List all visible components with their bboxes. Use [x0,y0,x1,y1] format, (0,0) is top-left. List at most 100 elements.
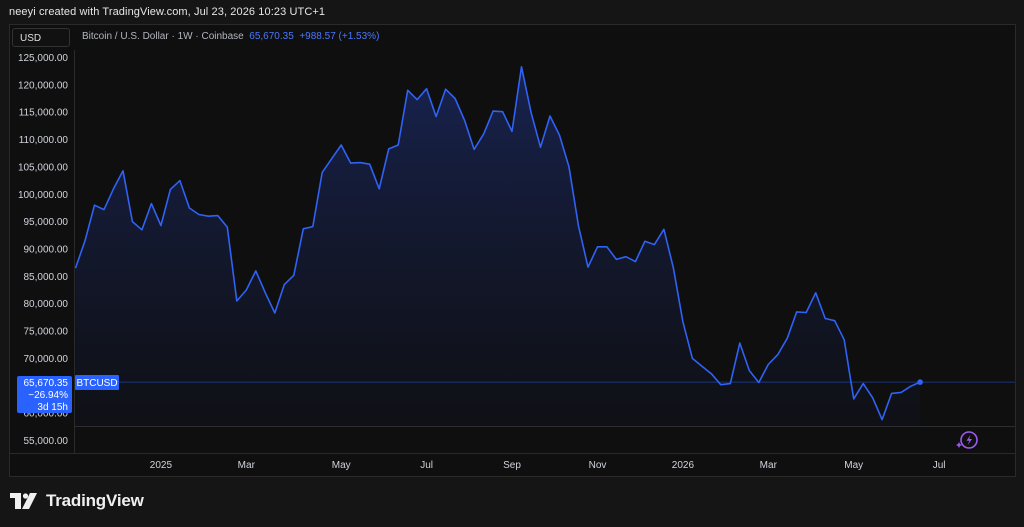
price-point [378,188,380,190]
price-point [84,240,86,242]
price-point [122,170,124,172]
price-point [758,382,760,384]
price-point [900,392,902,394]
price-point [511,131,513,133]
price-point [160,225,162,227]
y-tick-label: 110,000.00 [19,135,69,146]
price-point [246,289,248,291]
price-point [293,275,295,277]
price-point [530,111,532,113]
price-point [75,267,77,269]
x-tick-label: Jul [933,460,946,471]
y-tick-label: 95,000.00 [24,217,69,228]
last-price-tag-price: 65,670.35 [24,378,69,389]
price-point [862,383,864,385]
symbol-tag: BTCUSD [75,375,119,390]
tradingview-logo-icon [10,493,37,509]
price-point [132,221,134,223]
price-point [654,244,656,246]
price-point [473,149,475,151]
price-point [635,261,637,263]
price-point [625,256,627,258]
price-point [426,88,428,90]
price-point [397,144,399,146]
price-point [464,120,466,122]
price-point [559,134,561,136]
symbol-tag-label: BTCUSD [76,378,117,389]
price-point [492,110,494,112]
price-chart[interactable]: 55,000.0060,000.0070,000.0075,000.0080,0… [0,0,1024,527]
price-point [359,162,361,164]
price-point [340,144,342,146]
price-point [692,358,694,360]
price-point [303,228,305,230]
brand-footer: TradingView [10,491,144,511]
price-point [179,180,181,182]
price-point [853,398,855,400]
price-point [369,163,371,165]
y-tick-label: 70,000.00 [24,354,69,365]
price-point [265,292,267,294]
price-point [720,384,722,386]
price-point [521,66,523,68]
price-point [549,115,551,117]
x-tick-label: May [332,460,351,471]
price-point [587,266,589,268]
price-point [663,229,665,231]
price-point [208,215,210,217]
last-price-tag-countdown: 3d 15h [37,402,68,413]
price-point [151,203,153,205]
price-point [872,397,874,399]
price-point [616,259,618,261]
price-point [606,246,608,248]
price-point [739,342,741,344]
price-point [711,373,713,375]
x-tick-label: May [844,460,863,471]
price-point [113,188,115,190]
price-point [578,225,580,227]
price-point [805,312,807,314]
y-tick-label: 55,000.00 [24,436,69,447]
price-point [350,162,352,164]
x-tick-label: Sep [503,460,521,471]
price-point [189,207,191,209]
x-tick-label: Jul [420,460,433,471]
y-tick-label: 90,000.00 [24,245,69,256]
y-tick-label: 100,000.00 [18,190,68,201]
x-tick-label: Mar [760,460,778,471]
price-point [321,172,323,174]
x-tick-label: 2025 [150,460,173,471]
y-tick-label: 125,000.00 [18,53,68,64]
price-point [881,419,883,421]
price-point [94,204,96,206]
y-tick-label: 120,000.00 [18,80,68,91]
x-tick-label: Mar [238,460,256,471]
price-point [540,146,542,148]
price-point [796,311,798,313]
price-point [502,111,504,113]
price-point [730,383,732,385]
price-point [843,339,845,341]
price-point [787,337,789,339]
price-point [644,241,646,243]
price-point [701,365,703,367]
price-point [284,284,286,286]
price-point [141,229,143,231]
price-point [388,148,390,150]
price-point [768,364,770,366]
price-point [312,226,314,228]
last-price-tag: 65,670.35 −26.94% 3d 15h [17,376,72,413]
price-point [568,166,570,168]
x-tick-label: 2026 [672,460,695,471]
price-point [435,116,437,118]
price-point [483,133,485,135]
brand-name: TradingView [46,491,144,510]
y-tick-label: 85,000.00 [24,272,69,283]
price-point [454,98,456,100]
sparkle-bolt-icon[interactable] [956,431,978,449]
price-point [445,88,447,90]
price-area-fill [75,66,921,427]
price-point [274,312,276,314]
price-point [597,246,599,248]
price-point [198,214,200,216]
